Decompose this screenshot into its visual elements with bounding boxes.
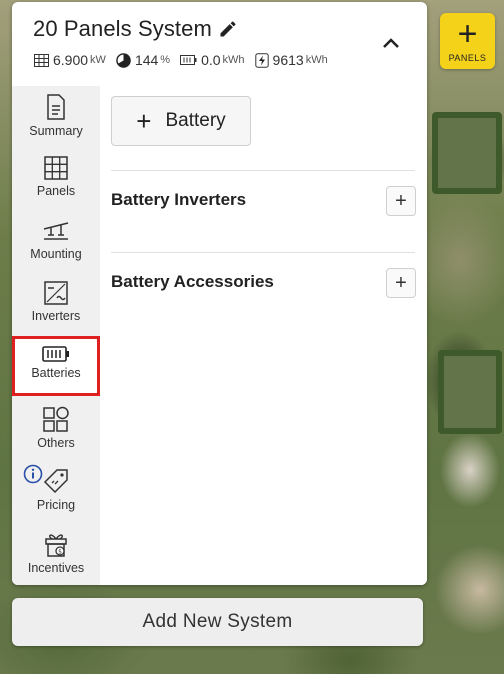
add-panels-button[interactable]: + PANELS: [440, 13, 495, 69]
sidebar-item-batteries[interactable]: Batteries: [12, 336, 100, 396]
sidebar-item-panels[interactable]: Panels: [12, 150, 100, 210]
sidebar-label-summary: Summary: [29, 124, 83, 138]
sidebar-label-panels: Panels: [36, 184, 76, 198]
battery-unit: kWh: [222, 54, 245, 66]
production-unit: kWh: [305, 54, 328, 66]
battery-stat: 0.0 kWh: [180, 52, 245, 68]
plus-icon: +: [457, 15, 478, 53]
divider: [111, 252, 415, 253]
document-icon: [47, 94, 65, 120]
solar-panel-icon: [34, 53, 49, 67]
add-new-system-button[interactable]: Add New System: [12, 598, 423, 646]
grid-icon: [44, 156, 68, 180]
inverter-icon: [44, 281, 68, 305]
offset-unit: %: [160, 54, 171, 66]
sidebar-label-mounting: Mounting: [30, 247, 82, 261]
battery-small-icon: [180, 55, 197, 65]
mounting-icon: [43, 222, 69, 240]
sidebar-label-pricing: Pricing: [36, 498, 76, 512]
system-header: 20 Panels System 6.900 kW 144 % 0.0 kWh …: [12, 2, 427, 86]
plus-icon: +: [136, 106, 152, 136]
sidebar-item-mounting[interactable]: Mounting: [12, 213, 100, 273]
svg-text:$: $: [58, 548, 62, 555]
battery-inverters-title: Battery Inverters: [111, 190, 247, 209]
add-battery-label: Battery: [165, 110, 226, 131]
shapes-icon: [43, 406, 69, 432]
sidebar-item-inverters[interactable]: Inverters: [12, 275, 100, 335]
power-unit: kW: [90, 54, 106, 66]
pencil-icon[interactable]: [218, 19, 238, 39]
offset-stat: 144 %: [116, 52, 170, 68]
battery-value: 0.0: [201, 52, 221, 68]
batteries-content: + Battery Battery Inverters + Battery Ac…: [100, 86, 427, 585]
offset-pie-icon: [116, 52, 131, 68]
system-title: 20 Panels System: [33, 16, 212, 41]
sidebar-item-others[interactable]: Others: [12, 400, 100, 460]
add-battery-inverter-button[interactable]: +: [386, 186, 416, 216]
battery-icon: [42, 346, 69, 362]
info-icon[interactable]: [23, 464, 43, 484]
add-new-system-label: Add New System: [142, 611, 293, 632]
battery-accessories-title: Battery Accessories: [111, 272, 274, 291]
plus-icon: +: [395, 271, 407, 294]
sidebar-label-others: Others: [37, 436, 75, 450]
system-stats: 6.900 kW 144 % 0.0 kWh 9613 kWh: [34, 52, 338, 68]
sidebar: Summary Panels Mounting Inverters Batter…: [12, 86, 100, 585]
sidebar-label-batteries: Batteries: [31, 366, 81, 380]
sidebar-item-incentives[interactable]: $ Incentives: [12, 525, 100, 585]
offset-value: 144: [134, 52, 159, 68]
sidebar-item-summary[interactable]: Summary: [12, 88, 100, 148]
chevron-up-icon[interactable]: [378, 30, 404, 56]
sidebar-label-incentives: Incentives: [27, 561, 85, 575]
system-panel: 20 Panels System 6.900 kW 144 % 0.0 kWh …: [12, 2, 427, 585]
plus-icon: +: [395, 189, 407, 212]
add-battery-accessory-button[interactable]: +: [386, 268, 416, 298]
price-tag-icon: [43, 469, 68, 494]
panels-button-label: PANELS: [448, 53, 487, 63]
lightning-icon: [254, 52, 269, 68]
divider: [111, 170, 415, 171]
production-stat: 9613 kWh: [254, 52, 328, 68]
add-battery-button[interactable]: + Battery: [111, 96, 251, 146]
power-value: 6.900: [53, 52, 89, 68]
gift-icon: $: [45, 534, 67, 557]
power-stat: 6.900 kW: [34, 52, 106, 68]
production-value: 9613: [272, 52, 304, 68]
sidebar-label-inverters: Inverters: [31, 309, 81, 323]
